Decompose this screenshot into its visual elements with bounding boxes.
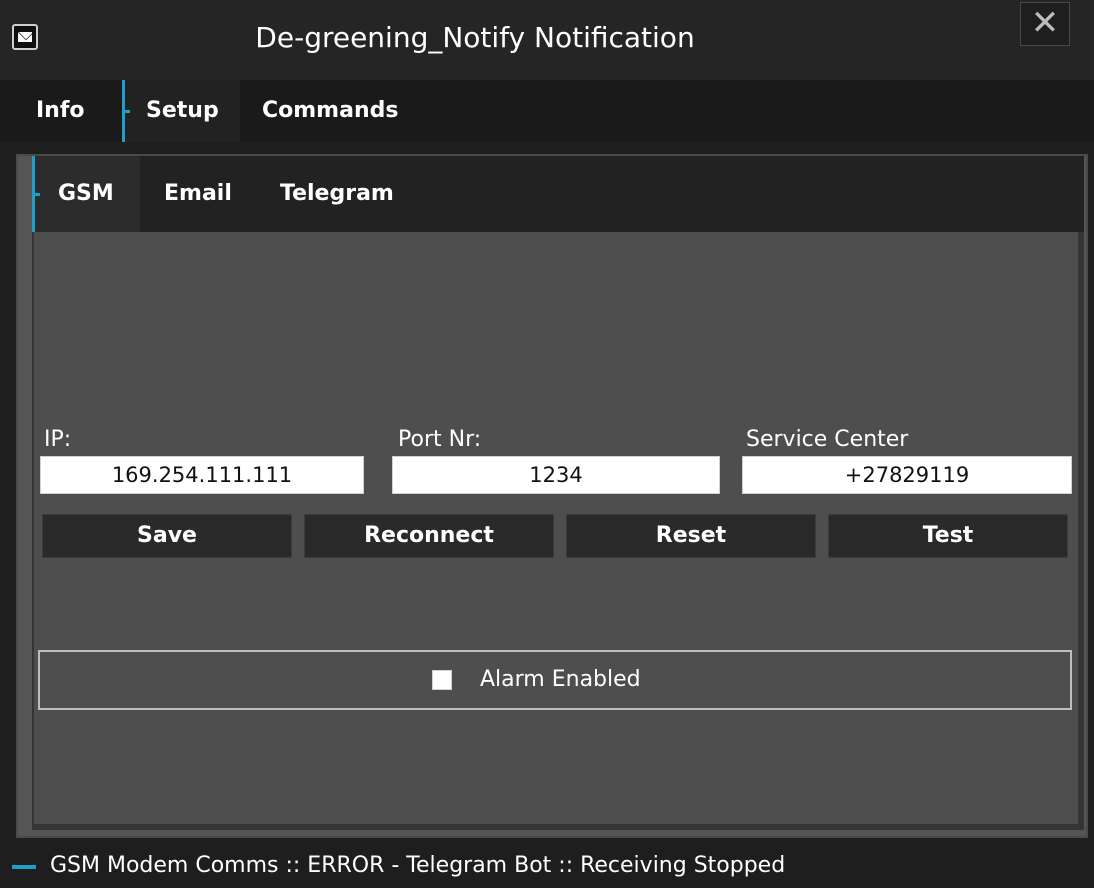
- active-tab-indicator-dash: [122, 110, 130, 113]
- alarm-enabled-label[interactable]: Alarm Enabled: [480, 666, 641, 694]
- port-label: Port Nr:: [398, 427, 482, 452]
- test-button[interactable]: Test: [828, 514, 1068, 558]
- window-title: De-greening_Notify Notification: [255, 21, 695, 54]
- ip-input[interactable]: [40, 456, 364, 494]
- main-tab-bar: Info Setup Commands: [0, 80, 1094, 142]
- tab-setup[interactable]: Setup: [122, 80, 240, 142]
- gsm-panel: GSM Email Telegram IP: Port Nr: Service …: [32, 156, 1084, 830]
- gsm-tab-content: IP: Port Nr: Service Center Save Reconne…: [34, 232, 1078, 824]
- status-bar: GSM Modem Comms :: ERROR - Telegram Bot …: [0, 844, 1094, 888]
- tab-setup-label: Setup: [146, 98, 219, 123]
- ip-label: IP:: [44, 427, 72, 452]
- service-center-label: Service Center: [746, 427, 909, 452]
- tab-gsm[interactable]: GSM: [32, 156, 140, 232]
- alarm-enabled-group: Alarm Enabled: [38, 650, 1072, 710]
- close-button[interactable]: ✕: [1020, 2, 1070, 46]
- active-subtab-indicator-dash: [32, 193, 40, 196]
- tab-commands[interactable]: Commands: [250, 80, 410, 142]
- service-center-input[interactable]: [742, 456, 1072, 494]
- tab-telegram[interactable]: Telegram: [280, 156, 394, 232]
- tab-info[interactable]: Info: [26, 80, 95, 142]
- save-button[interactable]: Save: [42, 514, 292, 558]
- tab-email[interactable]: Email: [164, 156, 232, 232]
- reset-button[interactable]: Reset: [566, 514, 816, 558]
- alarm-enabled-checkbox[interactable]: [432, 670, 452, 690]
- status-text: GSM Modem Comms :: ERROR - Telegram Bot …: [50, 853, 786, 878]
- sub-tab-bar: GSM Email Telegram: [32, 156, 1084, 232]
- setup-panel: GSM Email Telegram IP: Port Nr: Service …: [16, 154, 1088, 838]
- status-indicator: [12, 865, 36, 869]
- reconnect-button[interactable]: Reconnect: [304, 514, 554, 558]
- port-input[interactable]: [392, 456, 720, 494]
- title-bar: De-greening_Notify Notification ✕: [0, 0, 1094, 80]
- tab-gsm-label: GSM: [58, 181, 114, 206]
